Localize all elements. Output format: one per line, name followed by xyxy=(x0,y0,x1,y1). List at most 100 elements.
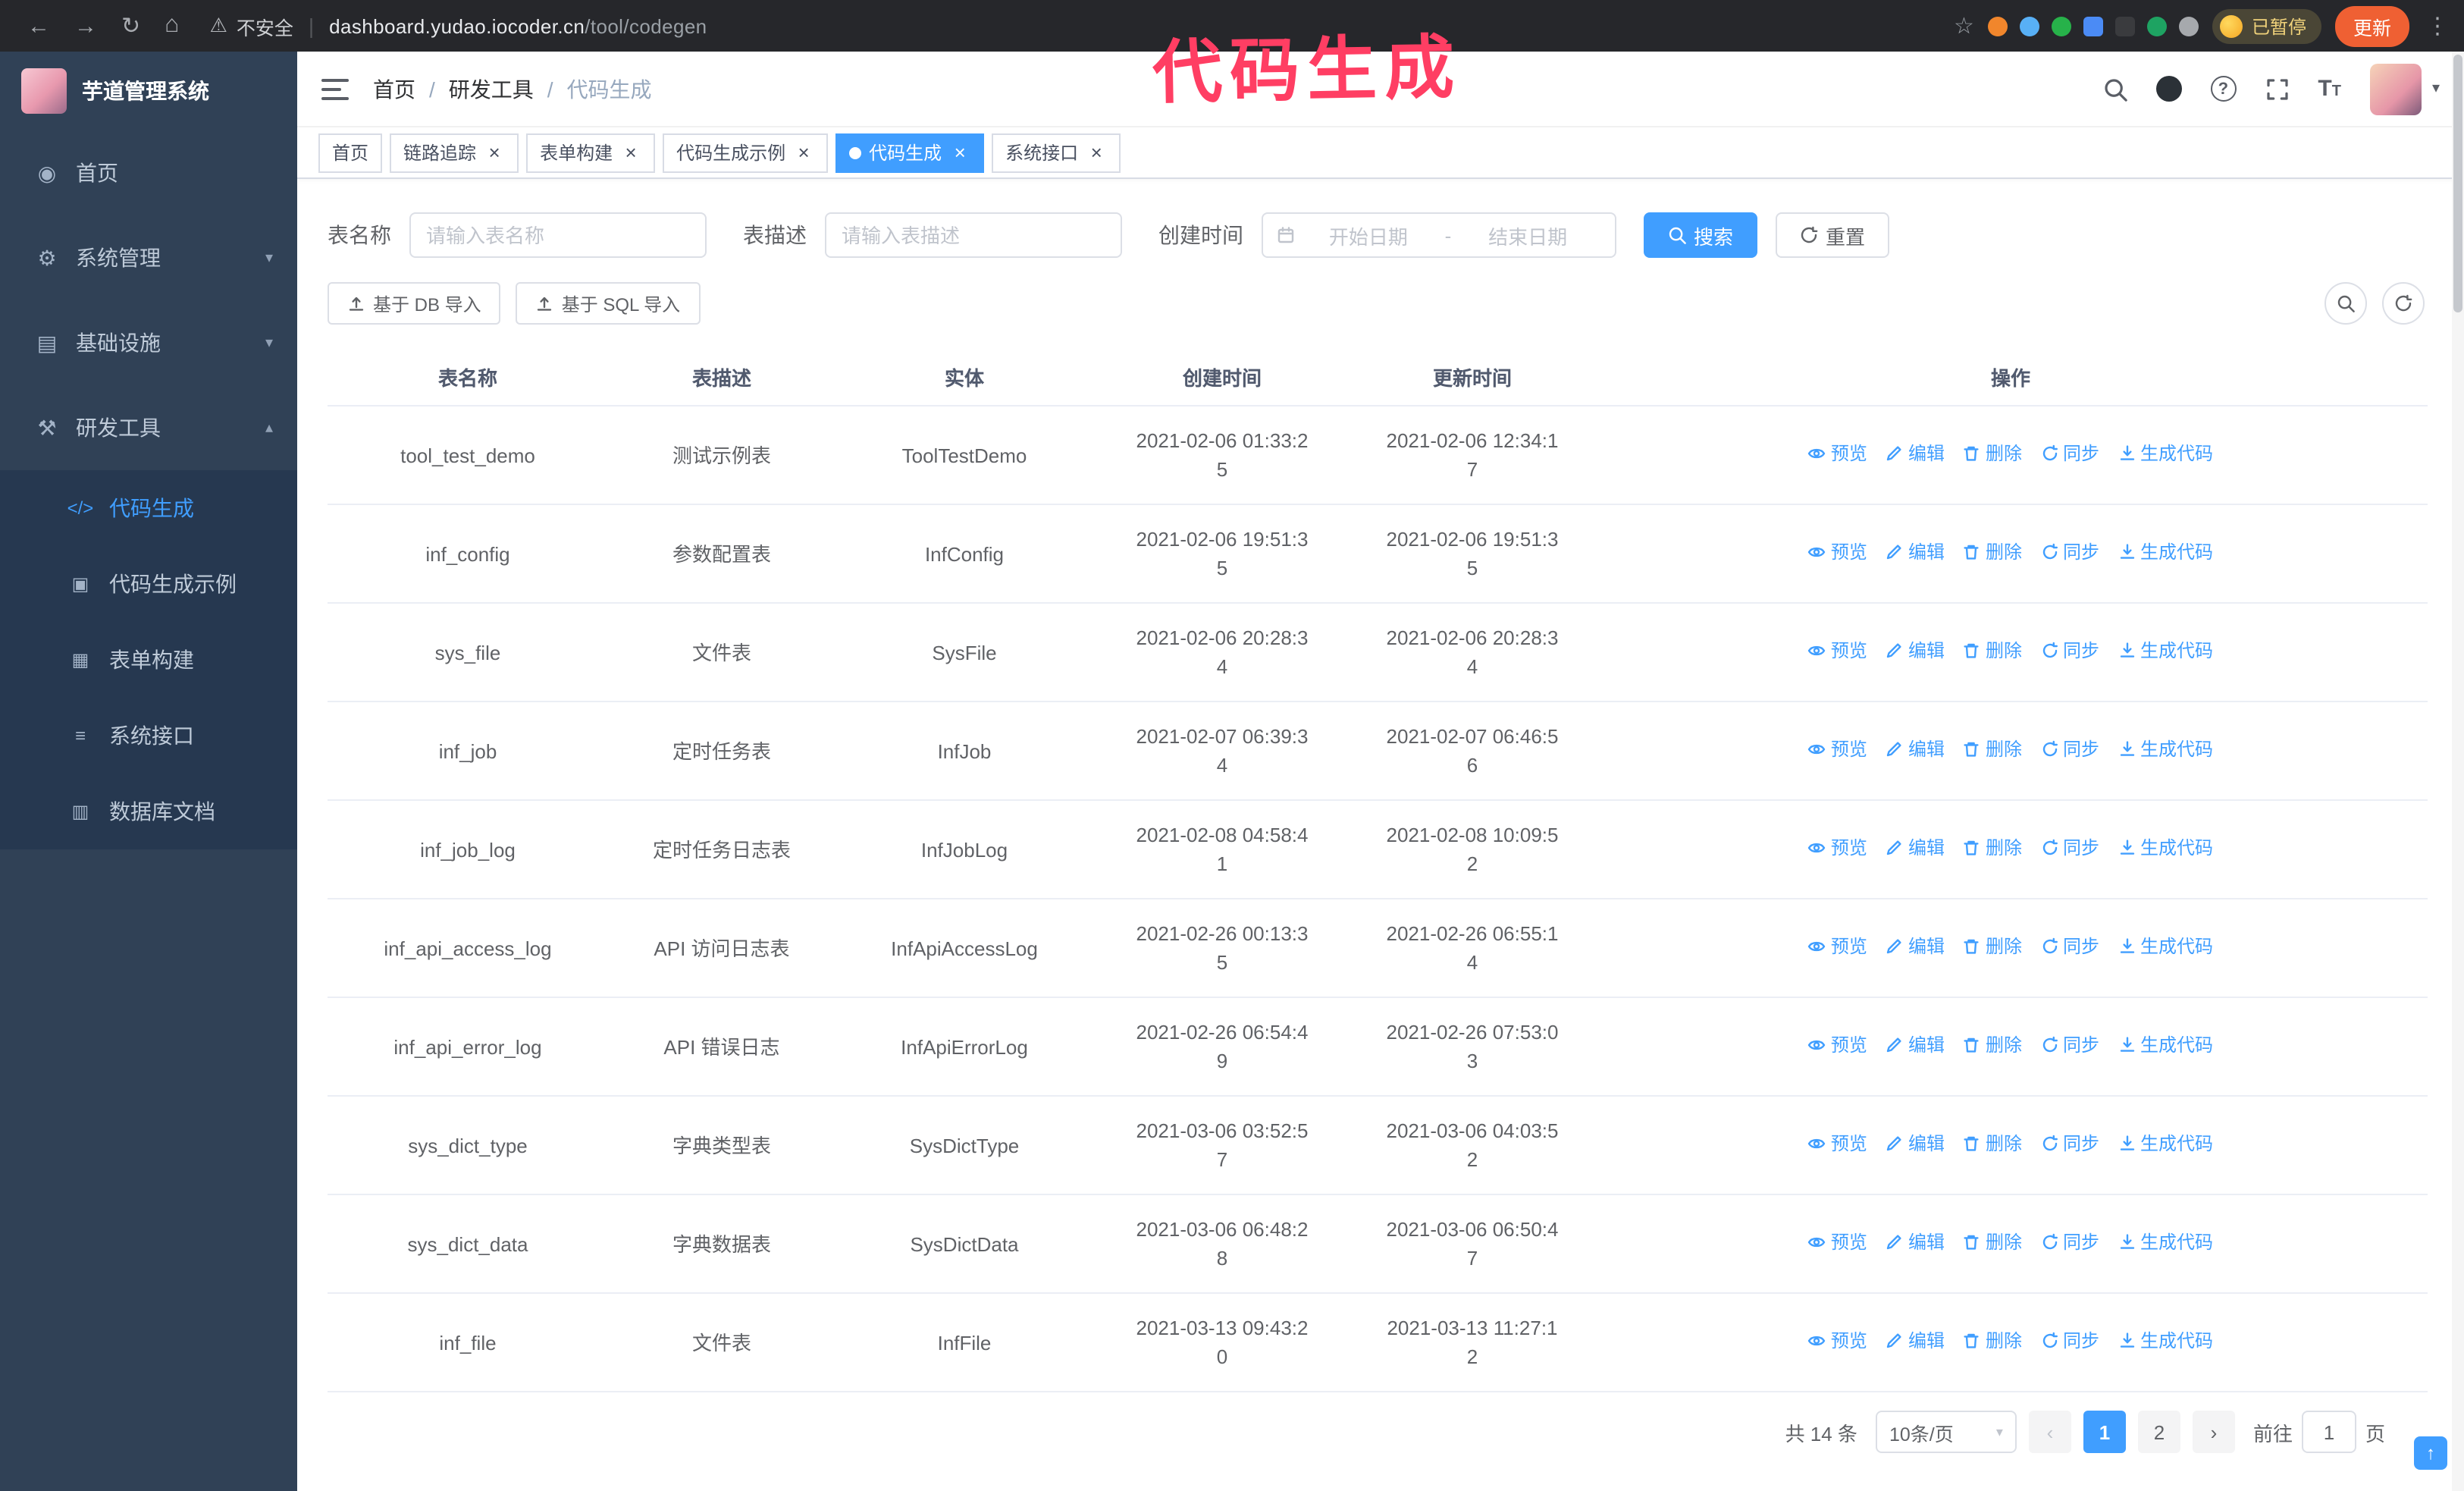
generate-code-action[interactable]: 生成代码 xyxy=(2118,834,2213,863)
preview-action[interactable]: 预览 xyxy=(1808,1031,1867,1060)
goto-page-input[interactable] xyxy=(2301,1411,2356,1453)
sync-action[interactable]: 同步 xyxy=(2040,1327,2099,1356)
sidebar-item-2[interactable]: ▤ 基础设施 ▾ xyxy=(0,300,297,385)
generate-code-action[interactable]: 生成代码 xyxy=(2118,736,2213,764)
edit-action[interactable]: 编辑 xyxy=(1886,637,1945,666)
next-page-button[interactable]: › xyxy=(2192,1411,2235,1453)
sidebar-item-3[interactable]: ⚒ 研发工具 ▴ xyxy=(0,385,297,470)
search-button[interactable]: 搜索 xyxy=(1644,212,1758,258)
tab-0[interactable]: 首页 xyxy=(318,133,383,172)
scrollbar[interactable] xyxy=(2452,52,2464,1491)
sidebar-subitem-1[interactable]: ▣ 代码生成示例 xyxy=(0,546,297,622)
security-chip[interactable]: ⚠ 不安全 xyxy=(210,11,293,40)
url-text[interactable]: dashboard.yudao.iocoder.cn/tool/codegen xyxy=(329,14,707,37)
app-logo[interactable]: 芋道管理系统 xyxy=(0,52,297,130)
preview-action[interactable]: 预览 xyxy=(1808,1229,1867,1257)
help-icon[interactable]: ? xyxy=(2210,76,2237,102)
sidebar-subitem-0[interactable]: </> 代码生成 xyxy=(0,470,297,546)
sync-action[interactable]: 同步 xyxy=(2040,637,2099,666)
tab-4[interactable]: 代码生成 × xyxy=(835,133,985,172)
preview-action[interactable]: 预览 xyxy=(1808,1130,1867,1159)
generate-code-action[interactable]: 生成代码 xyxy=(2118,637,2213,666)
extension-icon[interactable] xyxy=(2051,16,2071,36)
sidebar-item-0[interactable]: ◉ 首页 xyxy=(0,130,297,215)
sync-action[interactable]: 同步 xyxy=(2040,538,2099,567)
close-icon[interactable]: × xyxy=(949,142,970,163)
delete-action[interactable]: 删除 xyxy=(1963,637,2022,666)
sync-action[interactable]: 同步 xyxy=(2040,736,2099,764)
close-icon[interactable]: × xyxy=(793,142,814,163)
delete-action[interactable]: 删除 xyxy=(1963,933,2022,962)
date-range-picker[interactable]: 开始日期 - 结束日期 xyxy=(1262,212,1616,258)
delete-action[interactable]: 删除 xyxy=(1963,1327,2022,1356)
extension-icon[interactable] xyxy=(2114,16,2135,36)
toggle-search-button[interactable] xyxy=(2324,282,2367,325)
tab-2[interactable]: 表单构建 × xyxy=(526,133,656,172)
edit-action[interactable]: 编辑 xyxy=(1886,1130,1945,1159)
close-icon[interactable]: × xyxy=(484,142,505,163)
generate-code-action[interactable]: 生成代码 xyxy=(2118,1229,2213,1257)
preview-action[interactable]: 预览 xyxy=(1808,538,1867,567)
page-button-1[interactable]: 1 xyxy=(2083,1411,2126,1453)
preview-action[interactable]: 预览 xyxy=(1808,440,1867,469)
tab-3[interactable]: 代码生成示例 × xyxy=(663,133,829,172)
generate-code-action[interactable]: 生成代码 xyxy=(2118,538,2213,567)
sidebar-item-1[interactable]: ⚙ 系统管理 ▾ xyxy=(0,215,297,300)
edit-action[interactable]: 编辑 xyxy=(1886,538,1945,567)
home-icon[interactable]: ⌂ xyxy=(165,12,179,39)
page-button-2[interactable]: 2 xyxy=(2137,1411,2180,1453)
update-button[interactable]: 更新 xyxy=(2334,5,2409,46)
github-icon[interactable] xyxy=(2155,76,2182,102)
generate-code-action[interactable]: 生成代码 xyxy=(2118,440,2213,469)
delete-action[interactable]: 删除 xyxy=(1963,1229,2022,1257)
sidebar-subitem-2[interactable]: ▦ 表单构建 xyxy=(0,622,297,698)
font-size-icon[interactable]: TT xyxy=(2318,76,2341,102)
edit-action[interactable]: 编辑 xyxy=(1886,440,1945,469)
breadcrumb-item[interactable]: 研发工具 xyxy=(449,74,534,104)
sync-action[interactable]: 同步 xyxy=(2040,1229,2099,1257)
breadcrumb-item[interactable]: 首页 xyxy=(373,74,415,104)
generate-code-action[interactable]: 生成代码 xyxy=(2118,1327,2213,1356)
fullscreen-icon[interactable] xyxy=(2265,77,2289,101)
sync-action[interactable]: 同步 xyxy=(2040,1130,2099,1159)
edit-action[interactable]: 编辑 xyxy=(1886,834,1945,863)
generate-code-action[interactable]: 生成代码 xyxy=(2118,1130,2213,1159)
preview-action[interactable]: 预览 xyxy=(1808,637,1867,666)
back-to-top-button[interactable]: ↑ xyxy=(2414,1436,2447,1470)
sidebar-subitem-4[interactable]: ▥ 数据库文档 xyxy=(0,774,297,849)
extension-icon[interactable] xyxy=(2083,16,2103,36)
hamburger-icon[interactable] xyxy=(321,78,349,99)
table-name-input[interactable] xyxy=(409,212,707,258)
edit-action[interactable]: 编辑 xyxy=(1886,1229,1945,1257)
delete-action[interactable]: 删除 xyxy=(1963,834,2022,863)
edit-action[interactable]: 编辑 xyxy=(1886,736,1945,764)
prev-page-button[interactable]: ‹ xyxy=(2028,1411,2071,1453)
scrollbar-thumb[interactable] xyxy=(2453,55,2462,312)
delete-action[interactable]: 删除 xyxy=(1963,1130,2022,1159)
preview-action[interactable]: 预览 xyxy=(1808,933,1867,962)
sync-action[interactable]: 同步 xyxy=(2040,933,2099,962)
edit-action[interactable]: 编辑 xyxy=(1886,933,1945,962)
preview-action[interactable]: 预览 xyxy=(1808,834,1867,863)
preview-action[interactable]: 预览 xyxy=(1808,736,1867,764)
page-size-select[interactable]: 10条/页 ▾ xyxy=(1875,1411,2017,1453)
sync-action[interactable]: 同步 xyxy=(2040,1031,2099,1060)
edit-action[interactable]: 编辑 xyxy=(1886,1327,1945,1356)
preview-action[interactable]: 预览 xyxy=(1808,1327,1867,1356)
user-avatar[interactable]: ▾ xyxy=(2369,63,2440,115)
delete-action[interactable]: 删除 xyxy=(1963,736,2022,764)
menu-kebab-icon[interactable]: ⋮ xyxy=(2426,12,2449,39)
table-desc-input[interactable] xyxy=(825,212,1122,258)
reset-button[interactable]: 重置 xyxy=(1776,212,1890,258)
bookmark-star-icon[interactable]: ☆ xyxy=(1954,12,1974,39)
tab-5[interactable]: 系统接口 × xyxy=(992,133,1121,172)
sync-action[interactable]: 同步 xyxy=(2040,440,2099,469)
paused-badge[interactable]: 已暂停 xyxy=(2212,8,2321,43)
generate-code-action[interactable]: 生成代码 xyxy=(2118,933,2213,962)
edit-action[interactable]: 编辑 xyxy=(1886,1031,1945,1060)
import-sql-button[interactable]: 基于 SQL 导入 xyxy=(516,282,701,325)
sidebar-subitem-3[interactable]: ≡ 系统接口 xyxy=(0,698,297,774)
delete-action[interactable]: 删除 xyxy=(1963,1031,2022,1060)
delete-action[interactable]: 删除 xyxy=(1963,440,2022,469)
back-icon[interactable]: ← xyxy=(27,13,50,39)
